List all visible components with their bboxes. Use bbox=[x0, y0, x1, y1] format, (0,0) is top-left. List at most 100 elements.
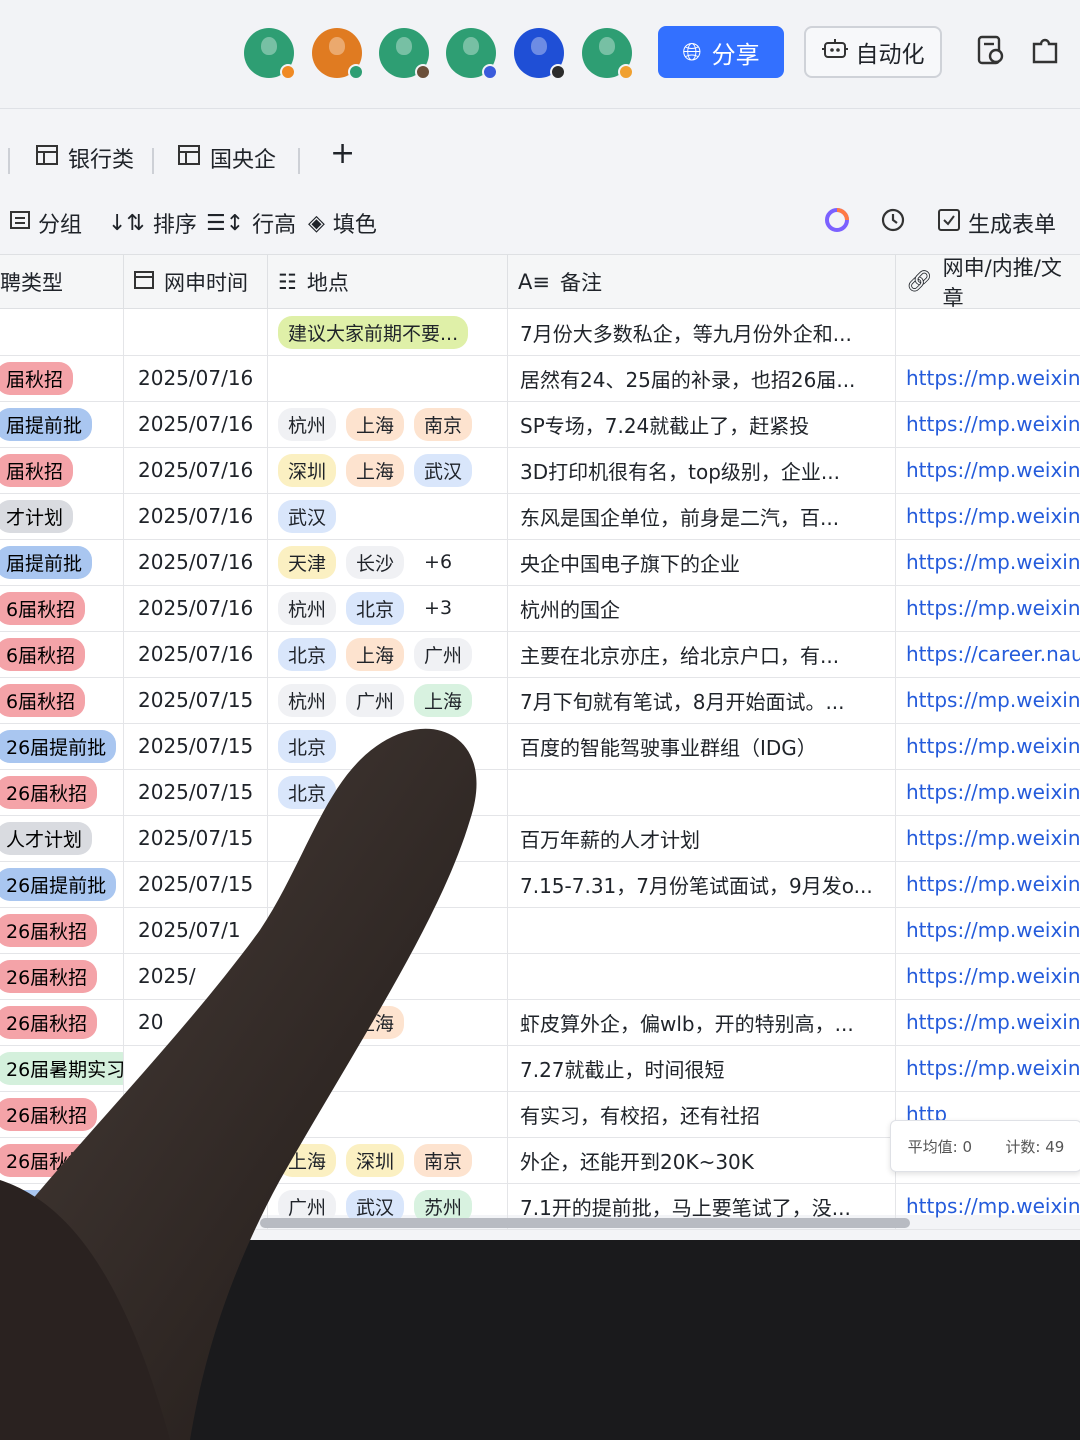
apply-link[interactable]: https://mp.weixin.qq.co bbox=[896, 1010, 1080, 1034]
generate-form-button[interactable]: 生成表单 bbox=[938, 207, 1056, 239]
apply-link[interactable]: https://mp.weixin.qq bbox=[896, 596, 1080, 620]
apply-link[interactable]: https://mp.weixin.qq.co bbox=[896, 918, 1080, 942]
note-cell[interactable]: 7月份大多数私企，等九月份外企和... bbox=[508, 309, 896, 355]
note-cell[interactable]: 7.27就截止，时间很短 bbox=[508, 1045, 896, 1091]
location-cell[interactable]: 杭州 上海 南京 bbox=[268, 401, 508, 447]
link-cell[interactable]: https://mp.weixin.qq. bbox=[896, 723, 1080, 769]
date-cell[interactable]: 2025/07/15 bbox=[124, 723, 268, 769]
apply-link[interactable]: https://mp.weixin.q bbox=[896, 412, 1080, 436]
apply-link[interactable]: https://mp.weixin.qq.c bbox=[896, 826, 1080, 850]
note-cell[interactable]: SP专场，7.24就截止了，赶紧投 bbox=[508, 401, 896, 447]
link-cell[interactable] bbox=[896, 309, 1080, 355]
type-cell[interactable]: 届提前批 bbox=[0, 539, 124, 585]
date-cell[interactable]: 2025/ bbox=[124, 953, 268, 999]
location-cell[interactable]: 北京 bbox=[268, 769, 508, 815]
table-row[interactable]: 人才计划 2025/07/15 百万年薪的人才计划 https://mp.weixin… bbox=[0, 815, 1080, 862]
link-cell[interactable]: https://mp.weixin.qq.c bbox=[896, 861, 1080, 907]
type-cell[interactable]: 26届秋招 bbox=[0, 953, 124, 999]
apply-link[interactable]: https://mp.weixin. bbox=[896, 366, 1080, 390]
type-cell[interactable]: 届提前批 bbox=[0, 401, 124, 447]
date-cell[interactable] bbox=[124, 1183, 268, 1229]
location-cell[interactable] bbox=[268, 1045, 508, 1091]
link-cell[interactable]: https://mp.weixin.qq.co bbox=[896, 907, 1080, 953]
location-cell[interactable] bbox=[268, 355, 508, 401]
collaborator-avatar[interactable] bbox=[312, 28, 364, 80]
apply-link[interactable]: https://mp.weixin.qq. bbox=[896, 734, 1080, 758]
table-row[interactable]: 才计划 2025/07/16 武汉 东风是国企单位，前身是二汽，百... https:/… bbox=[0, 493, 1080, 540]
location-cell[interactable]: 建议大家前期不要... bbox=[268, 309, 508, 355]
note-cell[interactable]: 杭州的国企 bbox=[508, 585, 896, 631]
location-cell[interactable]: 北京 上海 广州 bbox=[268, 631, 508, 677]
type-cell[interactable]: 人才计划 bbox=[0, 815, 124, 861]
link-cell[interactable]: https://career.naura. bbox=[896, 631, 1080, 677]
date-cell[interactable]: 2025/07/16 bbox=[124, 539, 268, 585]
apply-link[interactable]: https://mp.weixin.qq.co. bbox=[896, 1056, 1080, 1080]
column-header-date[interactable]: 网申时间 bbox=[124, 255, 268, 309]
ai-assistant-icon[interactable] bbox=[824, 207, 850, 233]
date-cell[interactable] bbox=[124, 309, 268, 355]
date-cell[interactable]: 2025/07/16 bbox=[124, 631, 268, 677]
table-row[interactable]: 届秋招 2025/07/16 居然有24、25届的补录，也招26届... https:… bbox=[0, 355, 1080, 402]
location-cell[interactable]: 北京 bbox=[268, 723, 508, 769]
plugin-icon[interactable] bbox=[1030, 34, 1060, 73]
column-header-location[interactable]: ☷ 地点 bbox=[268, 255, 508, 309]
collaborator-avatar[interactable] bbox=[244, 28, 296, 80]
sort-button[interactable]: ↓⇅ 排序 bbox=[108, 207, 197, 239]
tab-state-owned[interactable]: 国央企 bbox=[178, 142, 276, 174]
table-row[interactable]: 届提前批 2025/07/16 天津 长沙 +6 央企中国电子旗下的企业 https://m… bbox=[0, 539, 1080, 586]
note-cell[interactable]: 外企，还能开到20K~30K bbox=[508, 1137, 896, 1183]
type-cell[interactable]: 26届暑期实习 bbox=[0, 1045, 124, 1091]
location-cell[interactable]: 天津 长沙 +6 bbox=[268, 539, 508, 585]
note-cell[interactable]: 百万年薪的人才计划 bbox=[508, 815, 896, 861]
link-cell[interactable]: https://mp.weixin.qq.co bbox=[896, 999, 1080, 1045]
link-cell[interactable]: https://mp.weixin.q bbox=[896, 447, 1080, 493]
note-cell[interactable]: 有实习，有校招，还有社招 bbox=[508, 1091, 896, 1137]
date-cell[interactable]: 2025/07/15 bbox=[124, 861, 268, 907]
table-row[interactable]: 届提前批 2025/07/16 杭州 上海 南京 SP专场，7.24就截止了，赶紧投 htt… bbox=[0, 401, 1080, 448]
horizontal-scrollbar[interactable] bbox=[260, 1218, 910, 1228]
apply-link[interactable]: https://mp.weixin.qq.c bbox=[896, 872, 1080, 896]
add-view-button[interactable]: + bbox=[330, 136, 355, 171]
date-cell[interactable] bbox=[124, 1137, 268, 1183]
location-cell[interactable] bbox=[268, 907, 508, 953]
tab-bank[interactable]: 银行类 bbox=[36, 142, 134, 174]
note-cell[interactable]: 7.15-7.31，7月份笔试面试，9月发o... bbox=[508, 861, 896, 907]
type-cell[interactable]: 26届提前批 bbox=[0, 861, 124, 907]
location-cell[interactable]: 上海 深圳 南京 bbox=[268, 1137, 508, 1183]
location-cell[interactable]: 武汉 bbox=[268, 493, 508, 539]
apply-link[interactable]: https://mp.weixin.qq. bbox=[896, 688, 1080, 712]
table-row[interactable]: 6届秋招 2025/07/15 杭州 广州 上海 7月下旬就有笔试，8月开始面试。... h… bbox=[0, 677, 1080, 724]
type-cell[interactable]: 26届提 bbox=[0, 1183, 124, 1229]
link-cell[interactable]: https://mp.weixin.qq.c bbox=[896, 815, 1080, 861]
location-cell[interactable] bbox=[268, 861, 508, 907]
note-cell[interactable]: 央企中国电子旗下的企业 bbox=[508, 539, 896, 585]
type-cell[interactable] bbox=[0, 309, 124, 355]
type-cell[interactable]: 6届秋招 bbox=[0, 677, 124, 723]
note-cell[interactable]: 百度的智能驾驶事业群组（IDG） bbox=[508, 723, 896, 769]
note-cell[interactable]: 3D打印机很有名，top级别，企业... bbox=[508, 447, 896, 493]
history-clock-icon[interactable] bbox=[880, 207, 906, 233]
link-cell[interactable]: https://mp.weixin.qq bbox=[896, 539, 1080, 585]
table-row[interactable]: 建议大家前期不要... 7月份大多数私企，等九月份外企和... bbox=[0, 309, 1080, 356]
date-cell[interactable]: 2025/07/15 bbox=[124, 677, 268, 723]
note-cell[interactable]: 7月下旬就有笔试，8月开始面试。... bbox=[508, 677, 896, 723]
fill-color-button[interactable]: ◈ 填色 bbox=[308, 207, 377, 239]
date-cell[interactable]: 2025/07/16 bbox=[124, 355, 268, 401]
date-cell[interactable]: 2025/07/16 bbox=[124, 493, 268, 539]
type-cell[interactable]: 届秋招 bbox=[0, 355, 124, 401]
link-cell[interactable]: https://mp.weixin.qq. bbox=[896, 677, 1080, 723]
apply-link[interactable]: https://mp.weixin.qq bbox=[896, 550, 1080, 574]
date-cell[interactable]: 2025/07/16 bbox=[124, 401, 268, 447]
apply-link[interactable]: https://career.naura. bbox=[896, 642, 1080, 666]
type-cell[interactable]: 26届秋招 bbox=[0, 769, 124, 815]
location-cell[interactable]: 杭州 广州 上海 bbox=[268, 677, 508, 723]
link-cell[interactable]: https://mp.weixin.qq.co... bbox=[896, 1183, 1080, 1229]
date-cell[interactable] bbox=[124, 1045, 268, 1091]
table-row[interactable]: 26届秋招 20 北京 上海 虾皮算外企，偏wlb，开的特别高，... https://m… bbox=[0, 999, 1080, 1046]
date-cell[interactable]: 2025/07/16 bbox=[124, 585, 268, 631]
automation-button[interactable]: 自动化 bbox=[804, 26, 942, 78]
link-cell[interactable]: https://mp.weixin.qq.co. bbox=[896, 1045, 1080, 1091]
apply-link[interactable]: https://mp.weixin.q bbox=[896, 458, 1080, 482]
date-cell[interactable]: 2025/07/15 bbox=[124, 815, 268, 861]
apply-link[interactable]: https://mp.weixin.qq.co... bbox=[896, 1194, 1080, 1218]
